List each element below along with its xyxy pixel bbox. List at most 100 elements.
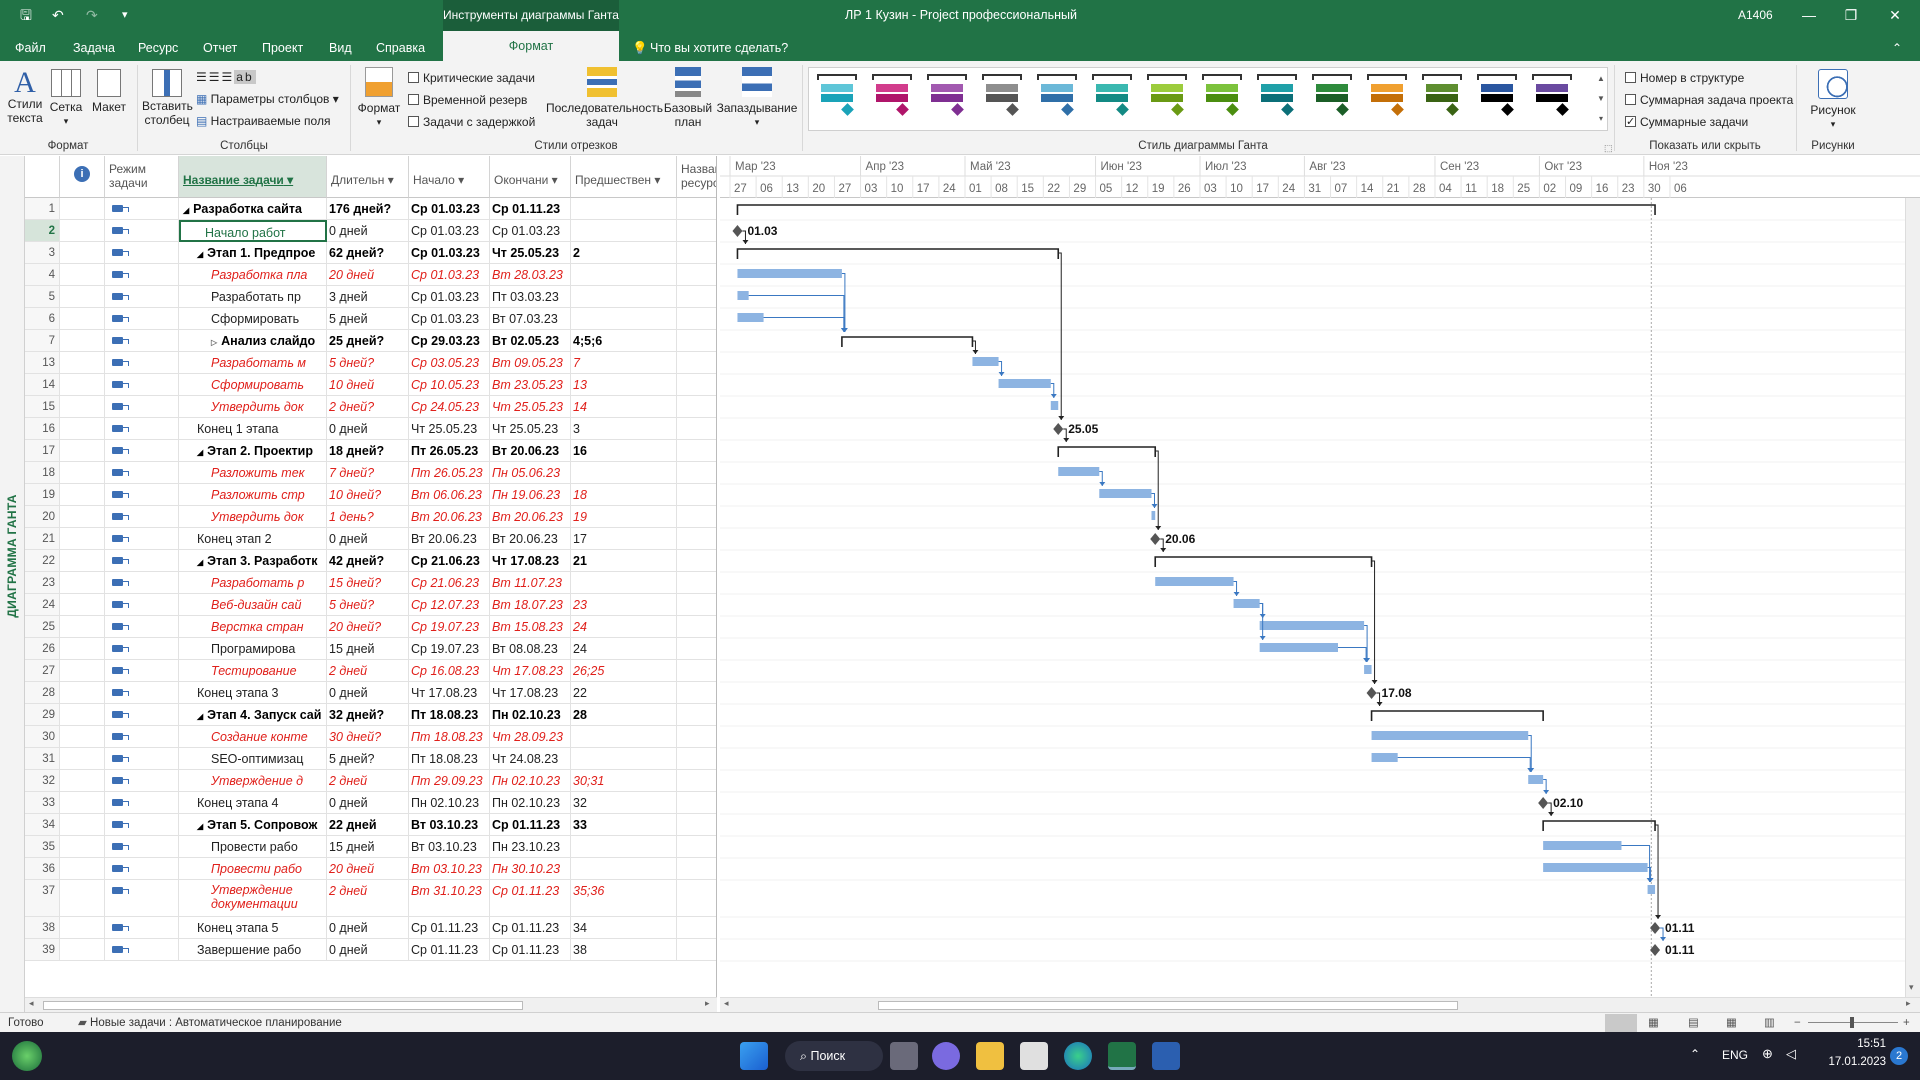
finish-cell[interactable]: Вт 20.06.23: [490, 440, 571, 462]
resources-cell[interactable]: [677, 682, 716, 704]
row-id[interactable]: 21: [25, 528, 60, 550]
resources-cell[interactable]: [677, 264, 716, 286]
task-mode-cell[interactable]: [105, 682, 179, 704]
task-name-cell[interactable]: Завершение рабо: [179, 939, 327, 961]
predecessors-cell[interactable]: 17: [571, 528, 677, 550]
row-id[interactable]: 14: [25, 374, 60, 396]
predecessors-cell[interactable]: 4;5;6: [571, 330, 677, 352]
collapse-triangle-icon[interactable]: ◢: [197, 712, 203, 721]
indicator-cell[interactable]: [60, 308, 105, 330]
row-id[interactable]: 17: [25, 440, 60, 462]
task-name-cell[interactable]: Разработать пр: [179, 286, 327, 308]
duration-cell[interactable]: 0 дней: [327, 939, 409, 961]
teams-chat-icon[interactable]: [932, 1042, 960, 1070]
duration-cell[interactable]: 20 дней?: [327, 616, 409, 638]
row-id[interactable]: 36: [25, 858, 60, 880]
resources-cell[interactable]: [677, 858, 716, 880]
finish-cell[interactable]: Пн 02.10.23: [490, 770, 571, 792]
task-mode-cell[interactable]: [105, 484, 179, 506]
start-cell[interactable]: Ср 01.03.23: [409, 220, 490, 242]
start-cell[interactable]: Пт 18.08.23: [409, 704, 490, 726]
task-mode-cell[interactable]: [105, 917, 179, 939]
report-shortcut-icon[interactable]: ▥: [1764, 1013, 1775, 1033]
collapse-triangle-icon[interactable]: ◢: [197, 822, 203, 831]
align-right-icon[interactable]: ☰: [222, 70, 235, 84]
task-name-cell[interactable]: Конец этапа 3: [179, 682, 327, 704]
duration-cell[interactable]: 5 дней?: [327, 594, 409, 616]
task-name-cell[interactable]: Разработка пла: [179, 264, 327, 286]
tab-report[interactable]: Отчет: [203, 31, 237, 65]
show-hidden-icons[interactable]: ⌃: [1690, 1047, 1700, 1061]
task-mode-cell[interactable]: [105, 418, 179, 440]
finish-cell[interactable]: Ср 01.03.23: [490, 220, 571, 242]
insert-column-button[interactable]: Вставить столбец: [142, 69, 193, 127]
row-id[interactable]: 13: [25, 352, 60, 374]
predecessors-cell[interactable]: 24: [571, 638, 677, 660]
duration-cell[interactable]: 176 дней?: [327, 198, 409, 220]
align-left-icon[interactable]: ☰☰☰ ab: [196, 69, 256, 85]
tab-resource[interactable]: Ресурс: [138, 31, 178, 65]
task-path-button[interactable]: Последовательность задач: [546, 67, 663, 129]
start-cell[interactable]: Ср 03.05.23: [409, 352, 490, 374]
predecessors-cell[interactable]: 19: [571, 506, 677, 528]
start-cell[interactable]: Ср 01.11.23: [409, 917, 490, 939]
start-cell[interactable]: Ср 19.07.23: [409, 638, 490, 660]
start-cell[interactable]: Ср 12.07.23: [409, 594, 490, 616]
column-header-finish[interactable]: Окончани ▾: [490, 156, 571, 198]
finish-cell[interactable]: Пн 02.10.23: [490, 792, 571, 814]
row-id[interactable]: 5: [25, 286, 60, 308]
tab-file[interactable]: Файл: [15, 31, 46, 65]
task-mode-cell[interactable]: [105, 616, 179, 638]
finish-cell[interactable]: Пт 03.03.23: [490, 286, 571, 308]
predecessors-cell[interactable]: 23: [571, 594, 677, 616]
finish-cell[interactable]: Вт 02.05.23: [490, 330, 571, 352]
resources-cell[interactable]: [677, 484, 716, 506]
indicator-cell[interactable]: [60, 506, 105, 528]
tab-task[interactable]: Задача: [73, 31, 115, 65]
info-column-header[interactable]: i: [60, 156, 105, 198]
start-icon[interactable]: [740, 1042, 768, 1070]
duration-cell[interactable]: 0 дней: [327, 220, 409, 242]
indicator-cell[interactable]: [60, 638, 105, 660]
scrollbar-thumb[interactable]: [43, 1001, 523, 1010]
outline-number-checkbox[interactable]: Номер в структуре: [1625, 70, 1744, 86]
task-mode-cell[interactable]: [105, 792, 179, 814]
task-name-cell[interactable]: Утвердить док: [179, 506, 327, 528]
start-cell[interactable]: Вт 20.06.23: [409, 506, 490, 528]
row-id[interactable]: 31: [25, 748, 60, 770]
duration-cell[interactable]: 1 день?: [327, 506, 409, 528]
duration-cell[interactable]: 10 дней: [327, 374, 409, 396]
finish-cell[interactable]: Пн 19.06.23: [490, 484, 571, 506]
column-header-mode[interactable]: Режим задачи: [105, 156, 179, 198]
resources-cell[interactable]: [677, 506, 716, 528]
task-mode-cell[interactable]: [105, 440, 179, 462]
predecessors-cell[interactable]: 21: [571, 550, 677, 572]
gantt-style-5[interactable]: [1037, 74, 1077, 122]
gridlines-button[interactable]: Сетка ▾: [48, 69, 84, 128]
predecessors-cell[interactable]: 30;31: [571, 770, 677, 792]
resources-cell[interactable]: [677, 242, 716, 264]
duration-cell[interactable]: 32 дней?: [327, 704, 409, 726]
collapse-ribbon-icon[interactable]: ⌃: [1892, 31, 1902, 65]
finish-cell[interactable]: Пн 23.10.23: [490, 836, 571, 858]
gantt-style-9[interactable]: [1257, 74, 1297, 122]
task-mode-cell[interactable]: [105, 880, 179, 917]
gantt-style-2[interactable]: [872, 74, 912, 122]
resources-cell[interactable]: [677, 528, 716, 550]
finish-cell[interactable]: Пн 05.06.23: [490, 462, 571, 484]
gantt-style-14[interactable]: [1532, 74, 1572, 122]
restore-icon[interactable]: ❐: [1828, 0, 1874, 31]
task-mode-cell[interactable]: [105, 814, 179, 836]
duration-cell[interactable]: 0 дней: [327, 418, 409, 440]
finish-cell[interactable]: Вт 23.05.23: [490, 374, 571, 396]
task-name-cell[interactable]: Конец этапа 5: [179, 917, 327, 939]
row-id[interactable]: 34: [25, 814, 60, 836]
duration-cell[interactable]: 3 дней: [327, 286, 409, 308]
start-cell[interactable]: Вт 31.10.23: [409, 880, 490, 917]
start-cell[interactable]: Пт 26.05.23: [409, 440, 490, 462]
finish-cell[interactable]: Ср 01.11.23: [490, 880, 571, 917]
resources-cell[interactable]: [677, 330, 716, 352]
duration-cell[interactable]: 30 дней?: [327, 726, 409, 748]
task-mode-cell[interactable]: [105, 374, 179, 396]
indicator-cell[interactable]: [60, 748, 105, 770]
